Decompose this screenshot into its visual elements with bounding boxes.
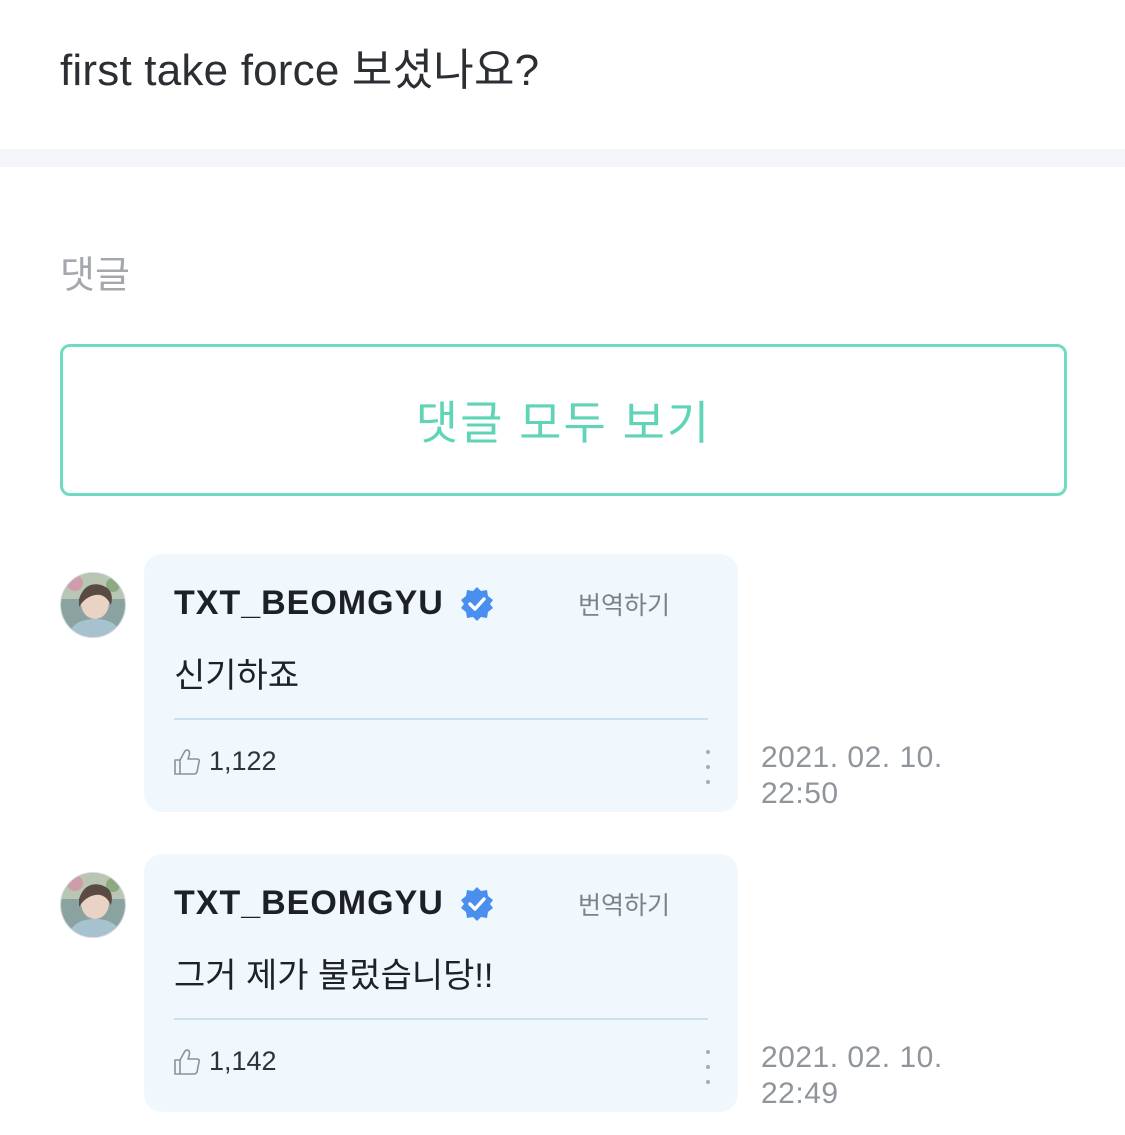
translate-link[interactable]: 번역하기	[578, 886, 670, 922]
username-row: TXT_BEOMGYU	[174, 584, 496, 623]
comment-bubble: TXT_BEOMGYU 번역하기 신기하죠 1,122	[144, 554, 738, 812]
section-divider	[0, 149, 1125, 167]
avatar[interactable]	[60, 872, 126, 938]
bubble-divider	[174, 1018, 708, 1020]
bubble-divider	[174, 718, 708, 720]
username-row: TXT_BEOMGYU	[174, 884, 496, 923]
translate-link[interactable]: 번역하기	[578, 586, 670, 622]
comment-username[interactable]: TXT_BEOMGYU	[174, 884, 444, 923]
comments-section-title: 댓글	[60, 255, 130, 297]
comment-timestamp: 2021. 02. 10. 22:49	[761, 1040, 943, 1112]
comment-date: 2021. 02. 10.	[761, 1041, 943, 1074]
verified-badge-icon	[458, 585, 496, 623]
comment-username[interactable]: TXT_BEOMGYU	[174, 584, 444, 623]
comment-text: 그거 제가 불렀습니당!!	[174, 957, 494, 995]
avatar-image	[61, 873, 125, 937]
comment-time: 22:50	[761, 777, 839, 810]
thumbs-up-icon	[172, 1047, 202, 1077]
like-button[interactable]: 1,142	[172, 1046, 277, 1077]
avatar-image	[61, 573, 125, 637]
comment-date: 2021. 02. 10.	[761, 741, 943, 774]
comment-timestamp: 2021. 02. 10. 22:50	[761, 740, 943, 812]
like-button[interactable]: 1,122	[172, 746, 277, 777]
verified-badge-icon	[458, 885, 496, 923]
more-options-icon[interactable]	[696, 750, 720, 784]
view-all-comments-button[interactable]: 댓글 모두 보기	[60, 344, 1067, 496]
post-page: first take force 보셨나요? 댓글 댓글 모두 보기 TXT_B…	[0, 0, 1125, 1135]
like-count: 1,142	[209, 1046, 277, 1076]
comment-bubble: TXT_BEOMGYU 번역하기 그거 제가 불렀습니당!! 1,142	[144, 854, 738, 1112]
post-body-text: first take force 보셨나요?	[60, 46, 540, 95]
more-options-icon[interactable]	[696, 1050, 720, 1084]
thumbs-up-icon	[172, 747, 202, 777]
comment-text: 신기하죠	[174, 657, 300, 695]
comment-item: TXT_BEOMGYU 번역하기 그거 제가 불렀습니당!! 1,142 202…	[0, 854, 1125, 1114]
like-count: 1,122	[209, 746, 277, 776]
comment-item: TXT_BEOMGYU 번역하기 신기하죠 1,122 2021. 02. 10…	[0, 554, 1125, 814]
comment-time: 22:49	[761, 1077, 839, 1110]
avatar[interactable]	[60, 572, 126, 638]
